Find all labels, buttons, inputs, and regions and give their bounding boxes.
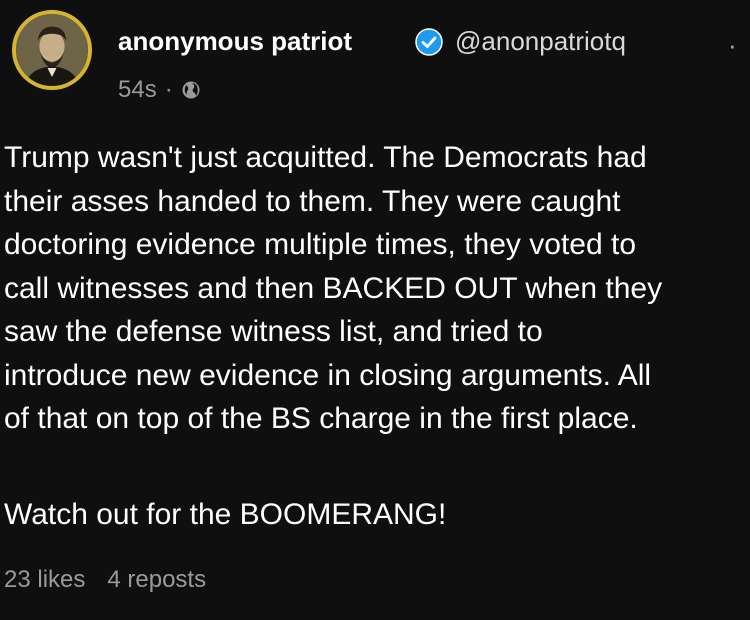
author-display-name[interactable]: anonymous patriot [118, 26, 352, 57]
post-body: Trump wasn't just acquitted. The Democra… [4, 136, 750, 441]
post-body-line: of that on top of the BS charge in the f… [4, 402, 638, 435]
post-body-line: call witnesses and then BACKED OUT when … [4, 271, 663, 305]
portrait-icon [16, 14, 88, 86]
post-meta: 54s · [118, 76, 201, 104]
post-closing-line: Watch out for the BOOMERANG! [4, 498, 447, 531]
post-timestamp[interactable]: 54s [118, 76, 157, 104]
post-body-line: doctoring evidence multiple times, they … [4, 228, 637, 261]
globe-icon [182, 81, 200, 99]
reposts-count[interactable]: 4 reposts [107, 566, 206, 594]
author-handle[interactable]: @anonpatriotq [455, 26, 626, 57]
post-stats: 23 likes 4 reposts [4, 566, 206, 594]
verified-badge-icon [415, 28, 443, 56]
post-body-line: their asses handed to them. They were ca… [4, 184, 621, 218]
post-body-line: Trump wasn't just acquitted. The Democra… [4, 141, 647, 174]
post-body-line: saw the defense witness list, and tried … [4, 315, 543, 348]
post-card: anonymous patriot @anonpatriotq · 54s · … [0, 0, 750, 620]
author-avatar[interactable] [12, 10, 92, 90]
more-dot-icon[interactable]: · [728, 30, 737, 61]
meta-separator: · [164, 76, 173, 103]
post-body-line: introduce new evidence in closing argume… [4, 358, 652, 392]
likes-count[interactable]: 23 likes [4, 566, 85, 594]
